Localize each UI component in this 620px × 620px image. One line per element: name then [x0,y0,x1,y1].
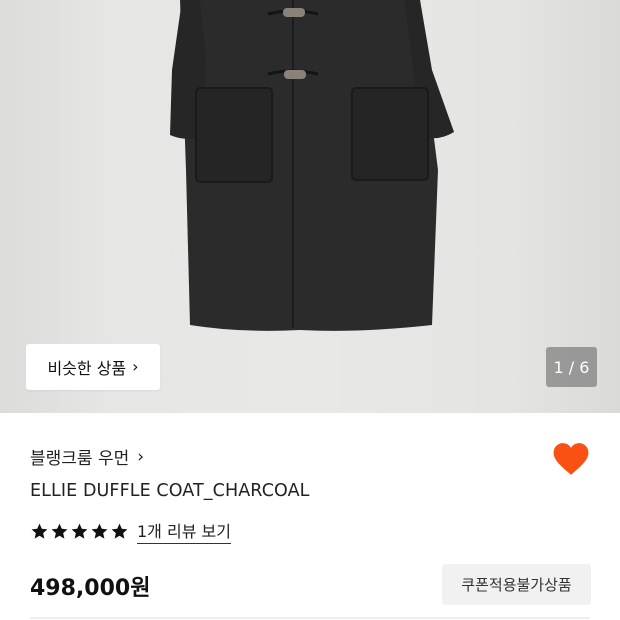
star-icon [51,523,68,539]
star-icon [91,523,108,539]
rating-row: 1개 리뷰 보기 [30,518,231,544]
review-link[interactable]: 1개 리뷰 보기 [137,518,231,544]
brand-link[interactable]: 블랭크룸 우먼 › [30,444,145,470]
section-divider [30,617,590,619]
image-counter: 1 / 6 [546,347,597,387]
star-icon [31,523,48,539]
chevron-right-icon: › [137,446,145,467]
product-name: ELLIE DUFFLE COAT_CHARCOAL [30,481,310,501]
wishlist-heart-icon[interactable] [552,441,590,477]
star-rating [30,522,129,541]
coupon-unavailable-badge: 쿠폰적용불가상품 [442,564,591,605]
chevron-right-icon: › [132,357,139,376]
similar-products-button[interactable]: 비슷한 상품 › [26,344,160,390]
product-price: 498,000원 [30,576,151,601]
star-icon [111,523,128,539]
brand-name: 블랭크룸 우먼 [30,449,130,469]
star-icon [71,523,88,539]
similar-products-label: 비슷한 상품 [47,359,127,378]
